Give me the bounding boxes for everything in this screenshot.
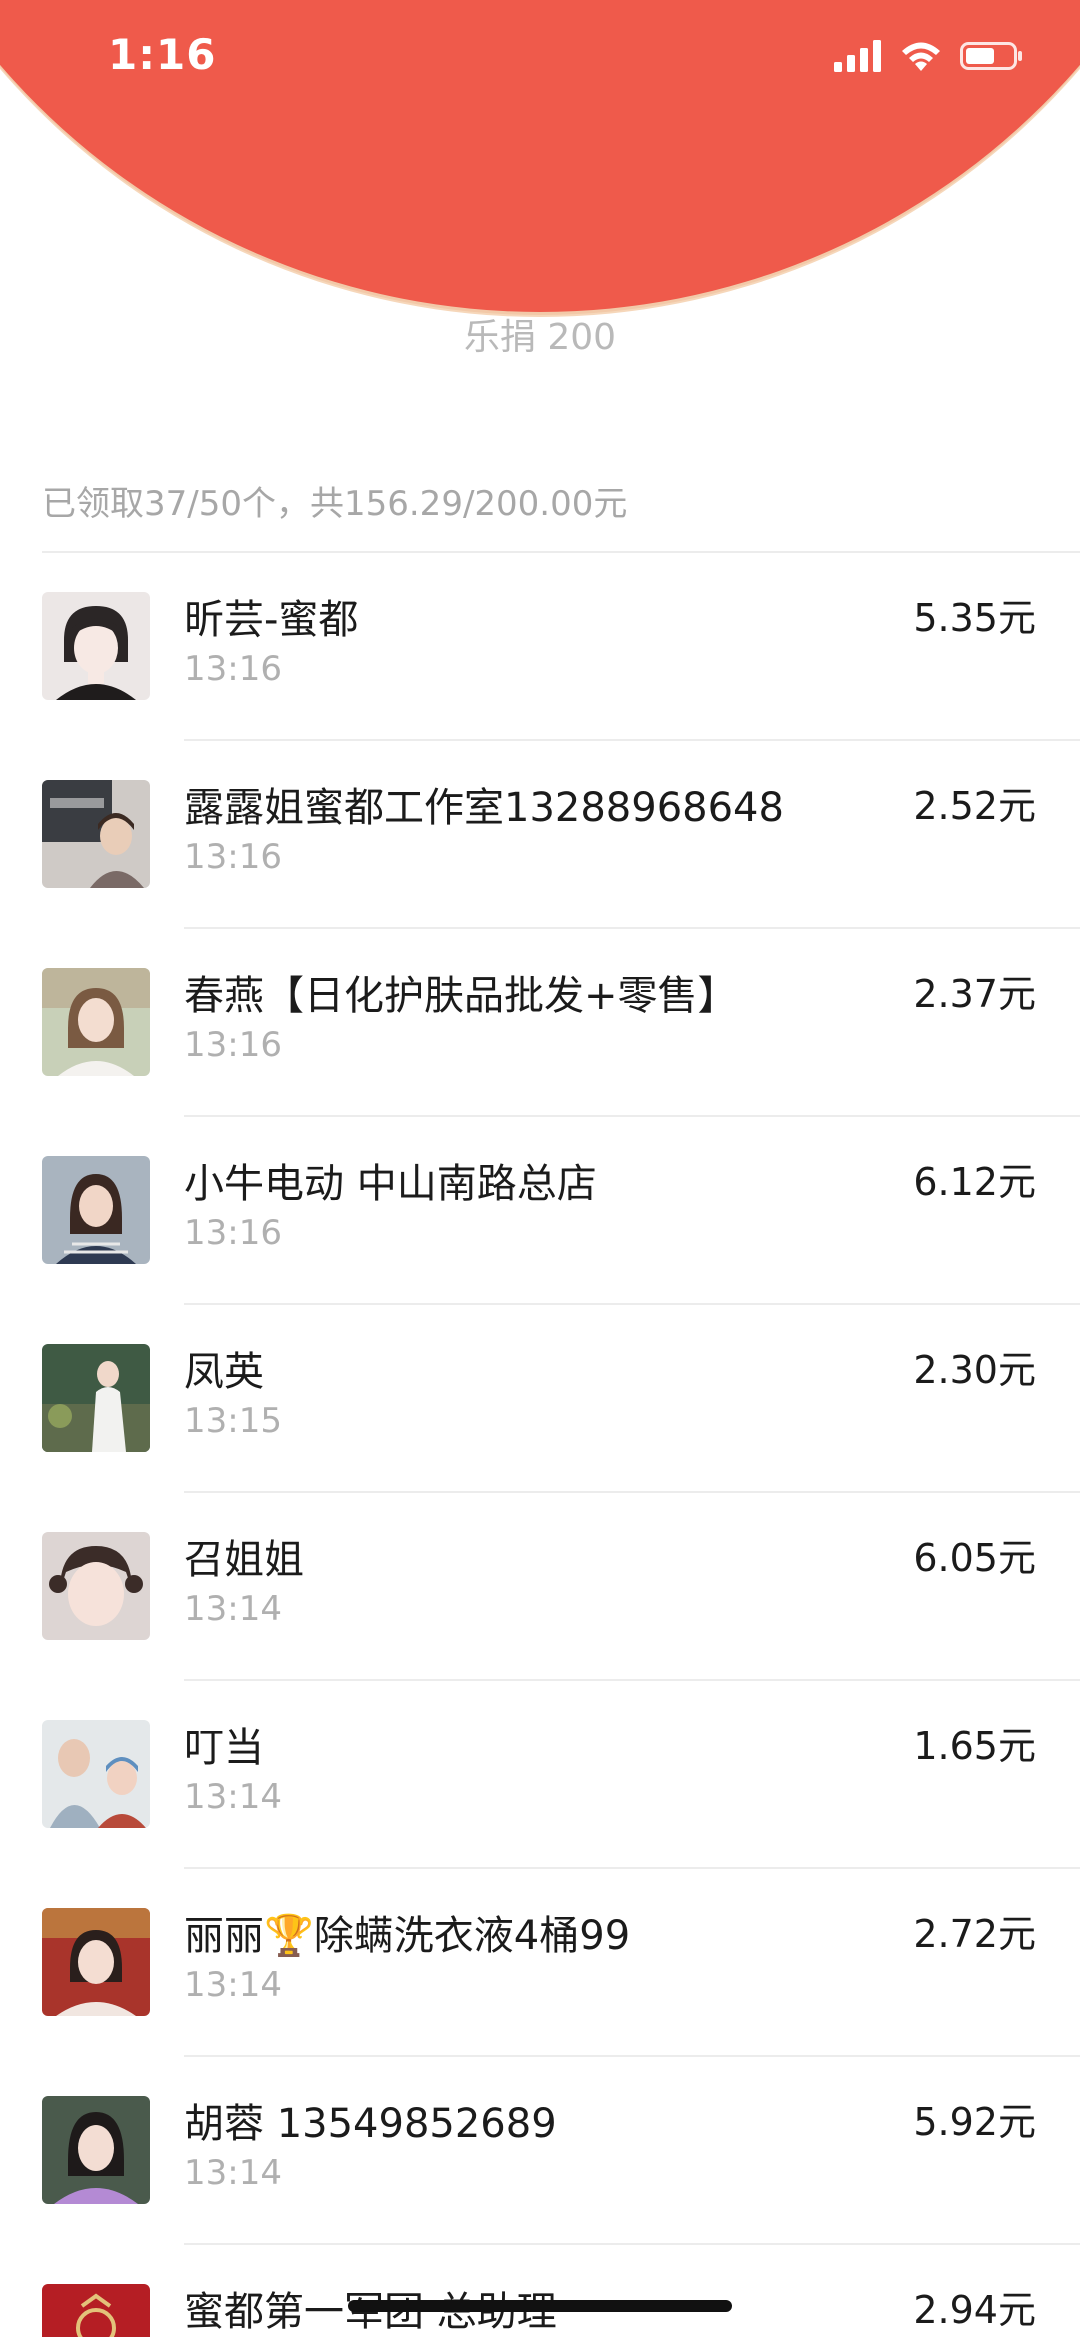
signal-icon	[834, 40, 882, 76]
avatar[interactable]	[42, 2284, 150, 2337]
claim-time: 13:14	[184, 2153, 282, 2193]
claim-time: 13:16	[184, 837, 282, 877]
chevron-left-icon	[47, 143, 83, 199]
claim-time: 13:14	[184, 1777, 282, 1817]
recipient-name: 小牛电动 中山南路总店	[184, 1161, 597, 1207]
claim-amount: 1.65元	[913, 1724, 1036, 1768]
claim-amount: 6.05元	[913, 1536, 1036, 1580]
recipient-name: 露露姐蜜都工作室13288968648	[184, 785, 784, 831]
recipient-name: 丽丽🏆除螨洗衣液4桶99	[184, 1913, 631, 1959]
list-item[interactable]: 蜜都第一军团 总助理 2.94元	[0, 2245, 1080, 2337]
avatar[interactable]	[42, 1532, 150, 1640]
claim-time: 13:15	[184, 1401, 282, 1441]
wifi-icon	[900, 40, 942, 76]
recipient-name: 春燕【日化护肤品批发+零售】	[184, 973, 738, 1019]
recipient-name: 凤英	[184, 1349, 264, 1395]
list-item[interactable]: 召姐姐 13:14 6.05元	[0, 1493, 1080, 1681]
list-item[interactable]: 小牛电动 中山南路总店 13:16 6.12元	[0, 1117, 1080, 1305]
list-item[interactable]: 露露姐蜜都工作室13288968648 13:16 2.52元	[0, 741, 1080, 929]
claim-amount: 2.37元	[913, 972, 1036, 1016]
claim-time: 13:16	[184, 1025, 282, 1065]
avatar[interactable]	[42, 2096, 150, 2204]
more-button[interactable]	[970, 136, 1040, 206]
status-icons	[834, 40, 1024, 76]
claim-amount: 5.35元	[913, 596, 1036, 640]
claim-time: 13:16	[184, 1213, 282, 1253]
avatar[interactable]	[42, 1720, 150, 1828]
avatar[interactable]	[42, 968, 150, 1076]
claim-amount: 2.72元	[913, 1912, 1036, 1956]
battery-icon	[960, 40, 1024, 76]
list-item[interactable]: 丽丽🏆除螨洗衣液4桶99 13:14 2.72元	[0, 1869, 1080, 2057]
avatar[interactable]	[42, 1344, 150, 1452]
avatar[interactable]	[42, 1156, 150, 1264]
recipient-name: 胡蓉 13549852689	[184, 2101, 557, 2147]
recipient-name: 昕芸-蜜都	[184, 597, 359, 643]
red-packet-subtitle: 乐捐 200	[463, 317, 617, 358]
claim-time: 13:14	[184, 1965, 282, 2005]
red-packet-detail-page: 1:16 乐捐 200 已领取37/50个，共156.29/200.00元 昕芸…	[0, 0, 1080, 2337]
claim-amount: 2.94元	[913, 2288, 1036, 2332]
recipient-name: 召姐姐	[184, 1537, 304, 1583]
list-item[interactable]: 凤英 13:15 2.30元	[0, 1305, 1080, 1493]
avatar[interactable]	[42, 780, 150, 888]
claim-time: 13:14	[184, 1589, 282, 1629]
avatar[interactable]	[42, 1908, 150, 2016]
avatar[interactable]	[42, 592, 150, 700]
navigation-bar	[0, 120, 1080, 220]
list-item[interactable]: 春燕【日化护肤品批发+零售】 13:16 2.37元	[0, 929, 1080, 1117]
list-item[interactable]: 昕芸-蜜都 13:16 5.35元	[0, 553, 1080, 741]
home-indicator[interactable]	[348, 2300, 732, 2312]
claim-amount: 2.52元	[913, 784, 1036, 828]
claim-amount: 2.30元	[913, 1348, 1036, 1392]
list-item[interactable]: 胡蓉 13549852689 13:14 5.92元	[0, 2057, 1080, 2245]
claim-amount: 6.12元	[913, 1160, 1036, 1204]
list-item[interactable]: 叮当 13:14 1.65元	[0, 1681, 1080, 1869]
more-dots-icon	[979, 162, 1031, 181]
claim-amount: 5.92元	[913, 2100, 1036, 2144]
claim-time: 13:16	[184, 649, 282, 689]
recipient-name: 叮当	[184, 1725, 264, 1771]
status-time: 1:16	[108, 30, 217, 79]
back-button[interactable]	[30, 136, 100, 206]
status-bar: 1:16	[0, 0, 1080, 120]
claim-summary: 已领取37/50个，共156.29/200.00元	[42, 484, 628, 524]
recipient-list: 昕芸-蜜都 13:16 5.35元 露露姐蜜都工作室13288968648 13…	[0, 553, 1080, 2337]
